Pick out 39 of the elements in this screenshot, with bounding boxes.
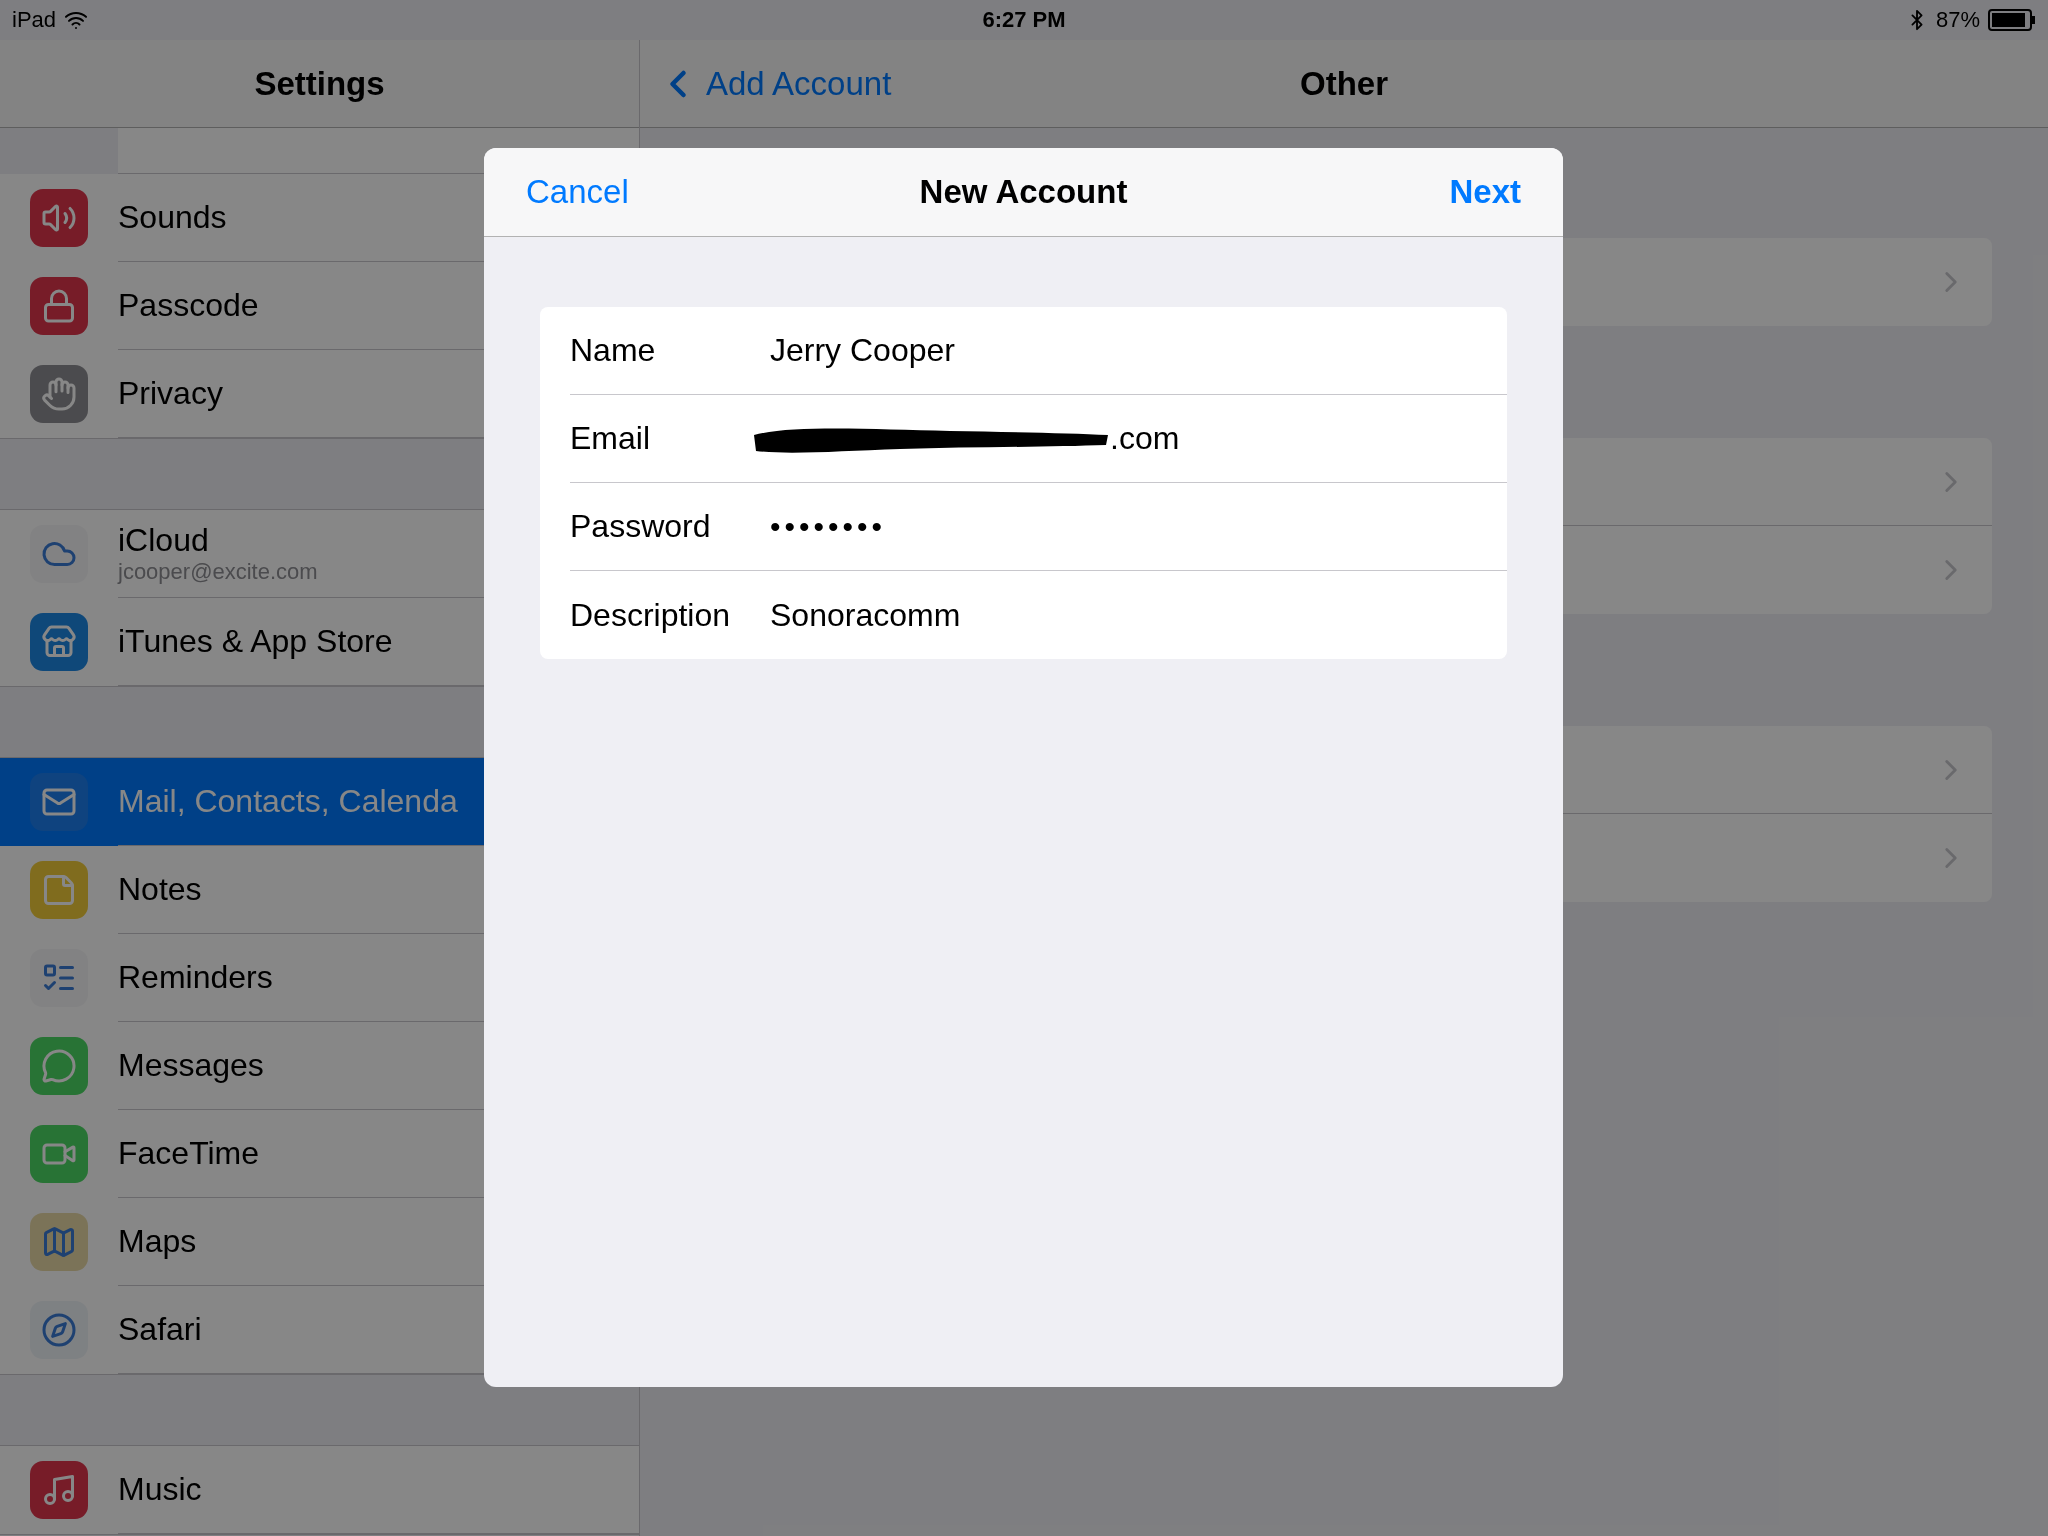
compass-icon	[30, 1301, 88, 1359]
next-button[interactable]: Next	[1449, 173, 1521, 211]
item-label: Mail, Contacts, Calenda	[118, 783, 459, 820]
item-label: Messages	[118, 1047, 265, 1084]
speech-bubble-icon	[30, 1037, 88, 1095]
device-name: iPad	[12, 7, 57, 33]
item-label: Reminders	[118, 959, 274, 996]
clock: 6:27 PM	[982, 7, 1066, 33]
input-field[interactable]: Sonoracomm	[770, 596, 961, 634]
item-label: Notes	[118, 871, 203, 908]
input-field[interactable]: Jerry Cooper	[770, 332, 955, 369]
speaker-icon	[30, 189, 88, 247]
store-icon	[30, 613, 88, 671]
map-icon	[30, 1213, 88, 1271]
notepad-icon	[30, 861, 88, 919]
battery-icon	[1988, 9, 2036, 31]
cloud-icon	[30, 525, 88, 583]
sidebar-title: Settings	[0, 40, 639, 128]
item-label: Sounds	[118, 199, 228, 236]
item-label: Privacy	[118, 375, 224, 412]
music-note-icon	[30, 1461, 88, 1519]
item-label: iTunes & App Store	[118, 623, 394, 660]
item-label: Music	[118, 1471, 203, 1508]
hand-icon	[30, 365, 88, 423]
video-camera-icon	[30, 1125, 88, 1183]
cancel-button[interactable]: Cancel	[526, 173, 629, 211]
item-label: FaceTime	[118, 1135, 261, 1172]
item-label: Maps	[118, 1223, 198, 1260]
list-icon	[30, 949, 88, 1007]
item-label: Passcode	[118, 287, 260, 324]
lock-icon	[30, 277, 88, 335]
input-field[interactable]: ••••••••	[770, 509, 887, 544]
item-subtitle: jcooper@excite.com	[118, 559, 319, 585]
envelope-icon	[30, 773, 88, 831]
modal-title: New Account	[919, 173, 1128, 211]
battery-percentage: 87%	[1935, 7, 1980, 33]
input-field[interactable]: .com	[1110, 420, 1180, 457]
page-title: Other	[1300, 64, 1388, 103]
item-label: Safari	[118, 1311, 203, 1348]
